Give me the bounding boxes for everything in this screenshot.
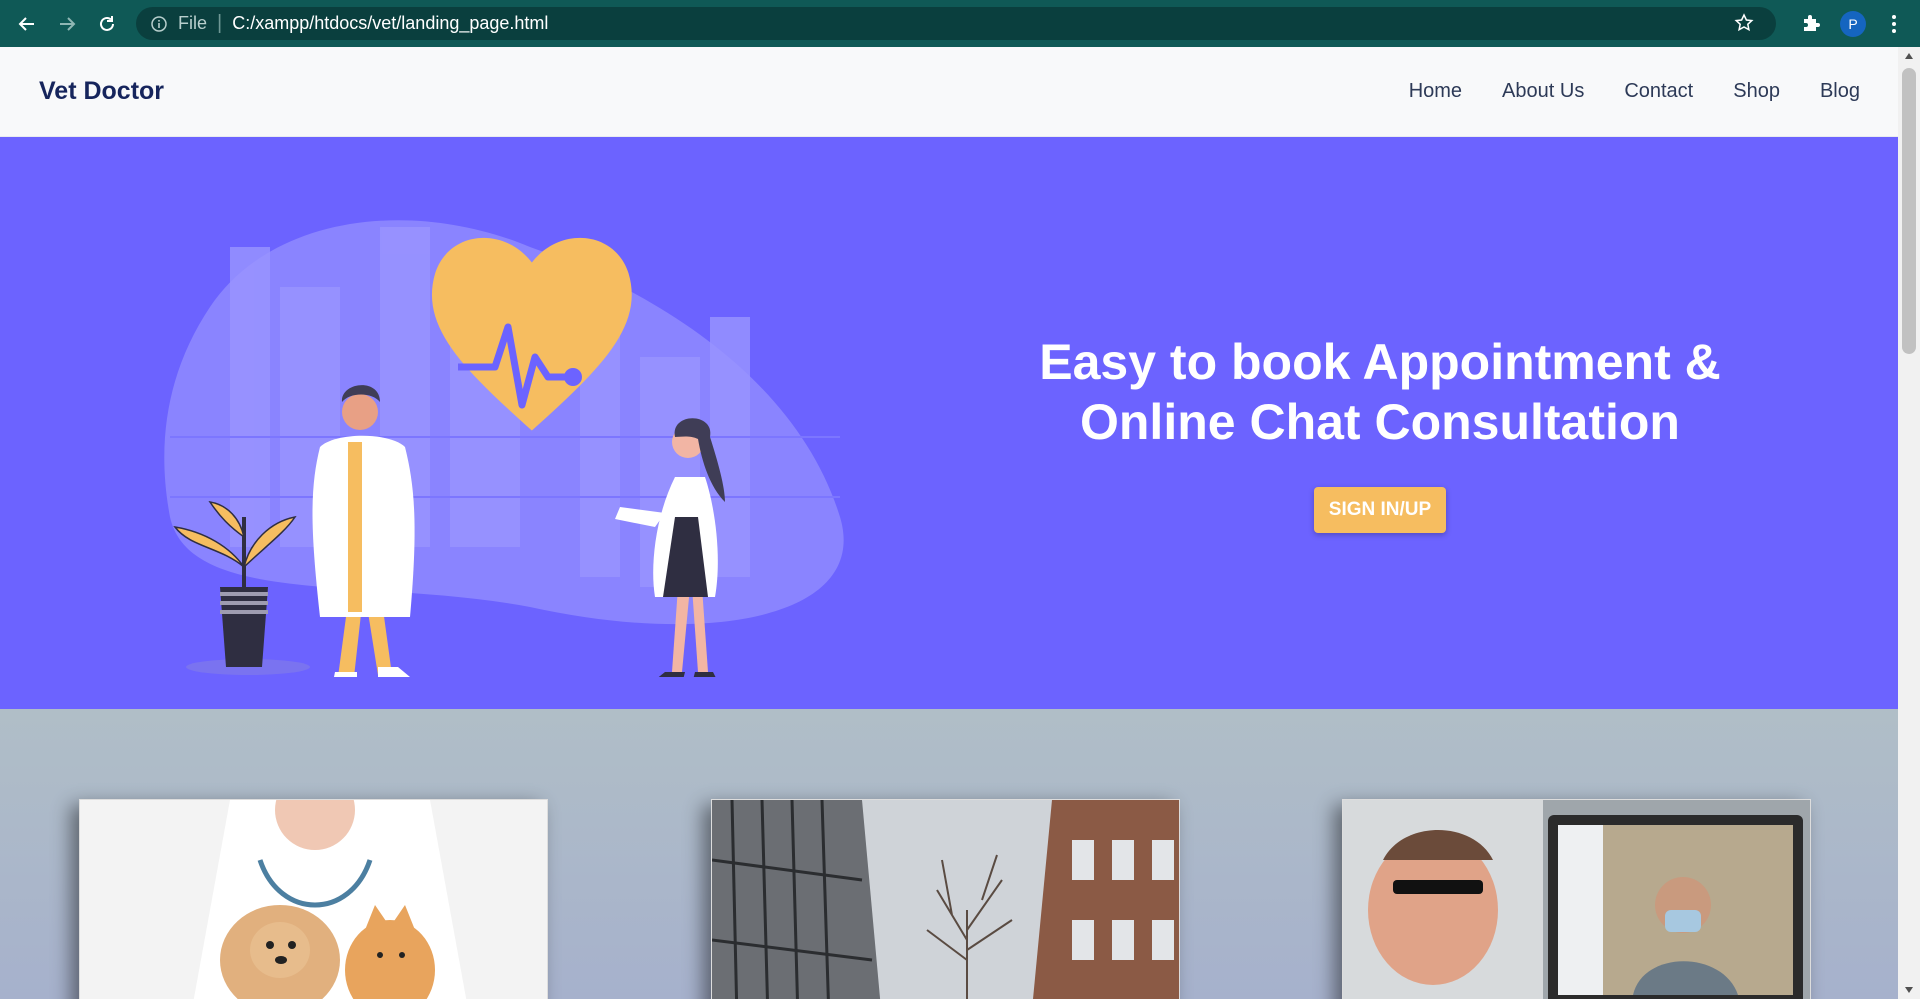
site-navbar: Vet Doctor Home About Us Contact Shop Bl… [0,47,1898,137]
hero-section: Easy to book Appointment & Online Chat C… [0,137,1898,709]
services-section [0,709,1898,999]
forward-button[interactable] [47,4,87,44]
sign-in-up-button[interactable]: SIGN IN/UP [1313,487,1447,533]
address-bar[interactable]: File | C:/xampp/htdocs/vet/landing_page.… [136,7,1776,40]
info-icon[interactable] [150,15,168,33]
nav-link-contact[interactable]: Contact [1624,80,1693,103]
reload-icon [100,15,114,31]
page-viewport: Vet Doctor Home About Us Contact Shop Bl… [0,47,1898,999]
forward-arrow-icon [60,16,76,31]
card-clinic-building[interactable] [711,799,1180,999]
hero-title-line2: Online Chat Consultation [1080,394,1680,450]
nav-links: Home About Us Contact Shop Blog [1409,80,1860,103]
card-vet-with-pets[interactable] [79,799,548,999]
hero-title-line1: Easy to book Appointment & [1039,334,1721,390]
back-arrow-icon [18,16,34,31]
reload-button[interactable] [87,4,127,44]
hero-text-block: Easy to book Appointment & Online Chat C… [1000,332,1760,533]
nav-link-shop[interactable]: Shop [1733,80,1780,103]
browser-menu-icon[interactable] [1884,12,1904,36]
scrollbar-thumb[interactable] [1902,68,1916,354]
nav-link-blog[interactable]: Blog [1820,80,1860,103]
url-text[interactable]: C:/xampp/htdocs/vet/landing_page.html [232,13,548,34]
back-button[interactable] [7,4,47,44]
scroll-down-arrow-icon[interactable] [1898,981,1920,999]
hero-title: Easy to book Appointment & Online Chat C… [1000,332,1760,452]
clinic-building-image [712,800,1179,999]
scroll-up-arrow-icon[interactable] [1898,47,1920,65]
nav-link-about-us[interactable]: About Us [1502,80,1584,103]
doctors-illustration [164,220,844,677]
extensions-puzzle-icon[interactable] [1800,12,1822,39]
online-consultation-image [1343,800,1810,999]
card-online-consultation[interactable] [1342,799,1811,999]
file-scheme-label: File [178,13,208,33]
bookmark-star-icon[interactable] [1734,13,1754,38]
browser-toolbar: File | C:/xampp/htdocs/vet/landing_page.… [0,0,1920,47]
profile-avatar[interactable]: P [1840,11,1866,37]
omnibox-separator: | [217,12,223,34]
vet-with-pets-image [80,800,547,999]
page-scrollbar[interactable] [1898,47,1920,999]
nav-link-home[interactable]: Home [1409,80,1462,103]
brand-logo[interactable]: Vet Doctor [39,77,164,106]
